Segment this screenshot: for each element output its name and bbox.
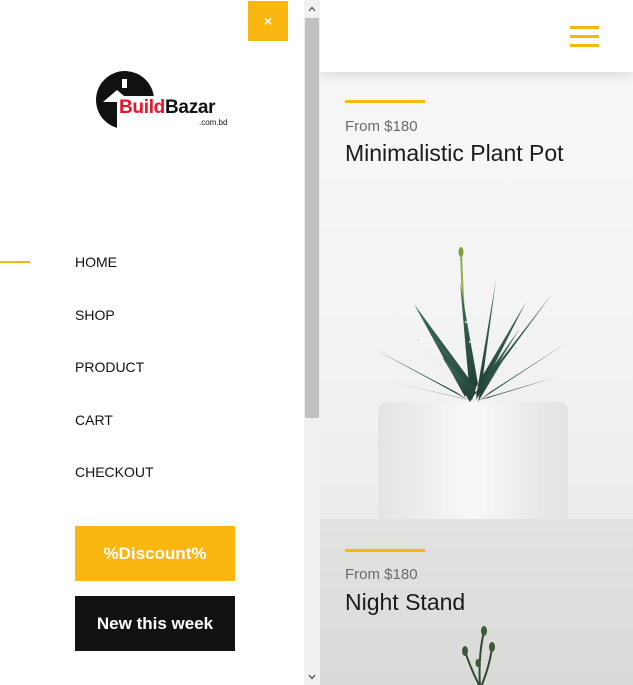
nav-item-label: CART: [75, 411, 113, 428]
logo-word-bazar: Bazar: [165, 97, 216, 118]
close-menu-button[interactable]: ×: [248, 1, 288, 41]
active-marker: [0, 261, 30, 264]
sidebar-scrollbar[interactable]: [304, 0, 320, 685]
main-content: From $180 Minimalistic Plant Pot From $1…: [320, 0, 633, 685]
side-menu: × BuildBazar .com.bd HOME SHOP PRODUCT C…: [0, 0, 304, 685]
accent-rule: [345, 100, 425, 103]
night-stand-image: [462, 626, 495, 685]
logo-wordmark: BuildBazar: [119, 97, 216, 119]
top-bar: [320, 0, 633, 72]
plant-pot-image: [376, 247, 568, 519]
product-card[interactable]: From $180 Night Stand: [320, 519, 633, 685]
product-card[interactable]: From $180 Minimalistic Plant Pot: [320, 72, 633, 519]
main-nav: HOME SHOP PRODUCT CART CHECKOUT: [0, 236, 300, 499]
product-price: From $180: [345, 118, 418, 135]
product-name: Night Stand: [345, 589, 466, 615]
nav-item-product[interactable]: PRODUCT: [0, 341, 300, 394]
product-price: From $180: [345, 566, 418, 583]
accent-rule: [345, 549, 425, 552]
logo-subtitle: .com.bd: [199, 118, 228, 127]
scroll-up-arrow-icon[interactable]: [304, 0, 320, 17]
hamburger-menu-icon[interactable]: [570, 26, 599, 47]
logo[interactable]: BuildBazar .com.bd: [95, 70, 228, 132]
nav-item-checkout[interactable]: CHECKOUT: [0, 446, 300, 499]
nav-item-label: CHECKOUT: [75, 464, 154, 481]
page: × BuildBazar .com.bd HOME SHOP PRODUCT C…: [0, 0, 633, 685]
nav-item-label: HOME: [75, 254, 117, 271]
product-name: Minimalistic Plant Pot: [345, 140, 564, 166]
nav-item-home[interactable]: HOME: [0, 236, 300, 289]
nav-item-label: SHOP: [75, 306, 115, 323]
close-icon: ×: [263, 13, 273, 29]
scroll-down-arrow-icon[interactable]: [304, 668, 320, 685]
discount-button[interactable]: %Discount%: [75, 526, 235, 581]
new-this-week-button[interactable]: New this week: [75, 596, 235, 651]
logo-word-build: Build: [119, 97, 165, 118]
nav-item-shop[interactable]: SHOP: [0, 289, 300, 342]
scrollbar-thumb[interactable]: [305, 18, 319, 418]
nav-item-label: PRODUCT: [75, 359, 145, 376]
nav-item-cart[interactable]: CART: [0, 394, 300, 447]
